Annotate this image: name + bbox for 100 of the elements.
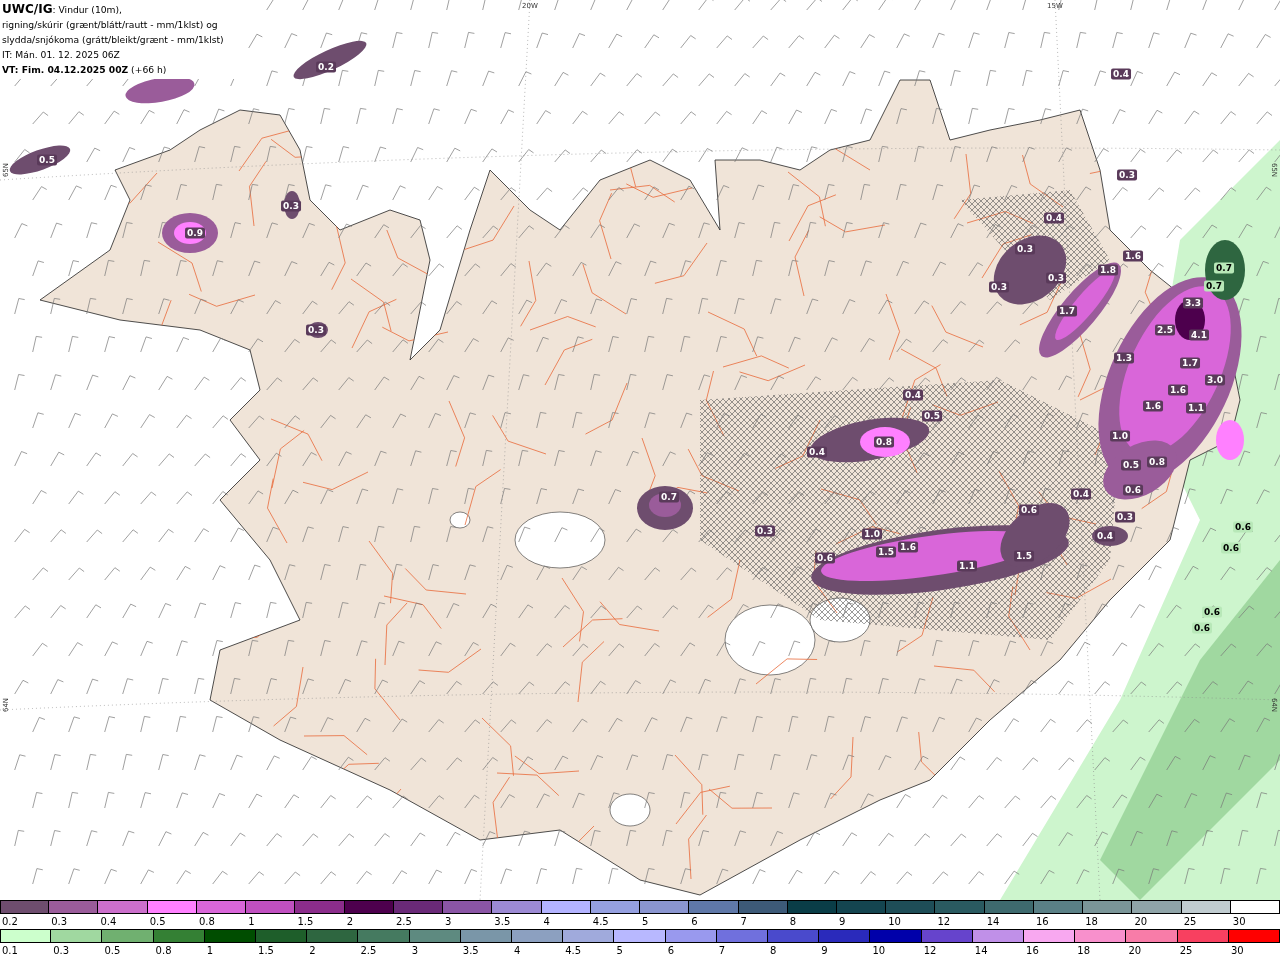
- legend-label: 4.5: [564, 944, 583, 958]
- legend-label: 20: [1127, 944, 1143, 958]
- legend-label: 4: [542, 915, 551, 929]
- info-text: slydda/snjókoma (grátt/bleikt/grænt - mm/1klst): [2, 33, 225, 47]
- precipitation-value: 1.0: [862, 528, 882, 540]
- legend-label: 7: [717, 944, 727, 958]
- legend-label: 5: [615, 944, 624, 958]
- legend-label: 30: [1231, 915, 1247, 929]
- precipitation-value: 0.3: [1117, 169, 1137, 181]
- legend-label: 16: [1025, 944, 1040, 958]
- precipitation-value: 0.2: [316, 61, 336, 73]
- legend-label: 14: [973, 944, 989, 958]
- precipitation-value: 1.6: [1143, 400, 1163, 412]
- precipitation-value: 0.7: [1214, 262, 1234, 274]
- legend-label: 3.5: [493, 915, 512, 929]
- legend-label: 3: [410, 944, 419, 958]
- legend-label: 20: [1133, 915, 1149, 929]
- legend-label: 8: [769, 944, 778, 958]
- info-text: UWC/IG: Vindur (10m),: [2, 2, 124, 17]
- legend-label: 5: [641, 915, 650, 929]
- precipitation-value: 0.3: [1115, 511, 1135, 523]
- precipitation-value: 1.8: [1098, 264, 1118, 276]
- precipitation-value: 0.7: [659, 491, 679, 503]
- precipitation-value: 0.6: [1192, 622, 1212, 634]
- legend-label: 2.5: [359, 944, 378, 958]
- legend-label: 1: [205, 944, 215, 958]
- legend-label: 0.1: [1, 944, 19, 958]
- precipitation-value: 0.6: [1019, 504, 1039, 516]
- precipitation-value: 0.5: [1121, 459, 1141, 471]
- precipitation-value: 0.4: [1095, 530, 1115, 542]
- legend-label: 0.3: [50, 915, 69, 929]
- precipitation-value: 0.8: [1147, 456, 1167, 468]
- legend-label: 8: [788, 915, 798, 929]
- legend-label: 9: [838, 915, 847, 929]
- precipitation-value: 0.3: [755, 525, 775, 537]
- legend-label: 9: [820, 944, 829, 958]
- legend-label: 14: [985, 915, 1001, 929]
- legend-label: 0.5: [148, 915, 167, 929]
- legend-label: 7: [739, 915, 748, 929]
- legend-label: 12: [936, 915, 952, 929]
- legend-label: 3: [444, 915, 453, 929]
- legend-label: 6: [690, 915, 699, 929]
- precipitation-value: 1.5: [1014, 550, 1034, 562]
- precipitation-value: 0.6: [1221, 542, 1241, 554]
- legend-label: 0.3: [52, 944, 71, 958]
- legend-label: 1: [247, 915, 256, 929]
- legend-label: 16: [1034, 915, 1050, 929]
- precipitation-value: 0.6: [1123, 484, 1143, 496]
- precipitation-value: 1.7: [1180, 357, 1200, 369]
- legend-label: 2: [345, 915, 354, 929]
- precipitation-value: 0.3: [1046, 272, 1066, 284]
- legend-label: 25: [1178, 944, 1194, 958]
- legend-label: 2: [308, 944, 317, 958]
- info-text: rigning/skúrir (grænt/blátt/rautt - mm/1klst) og: [2, 18, 219, 32]
- legend-label: 10: [871, 944, 887, 958]
- legend-label: 0.2: [1, 915, 19, 929]
- precipitation-value: 1.3: [1114, 352, 1134, 364]
- legend-label: 25: [1182, 915, 1198, 929]
- legend-label: 2.5: [394, 915, 413, 929]
- legend-label: 1.5: [257, 944, 275, 958]
- precipitation-value: 3.0: [1205, 374, 1225, 386]
- legend-label: 10: [887, 915, 902, 929]
- precipitation-value: 3.3: [1183, 297, 1203, 309]
- precipitation-value: 0.3: [306, 324, 326, 336]
- precipitation-value: 0.8: [874, 436, 894, 448]
- precipitation-value: 0.3: [281, 200, 301, 212]
- precipitation-value: 0.4: [1111, 68, 1131, 80]
- precipitation-value: 0.5: [37, 154, 57, 166]
- legend-label: 3.5: [461, 944, 480, 958]
- precipitation-value: 0.4: [1071, 488, 1091, 500]
- precipitation-value: 0.3: [989, 281, 1009, 293]
- precipitation-value: 0.4: [807, 446, 827, 458]
- precipitation-value: 2.5: [1155, 324, 1175, 336]
- legend-label: 30: [1229, 944, 1245, 958]
- precipitation-value: 1.0: [1110, 430, 1130, 442]
- precipitation-value: 0.5: [922, 410, 942, 422]
- legend-label: 18: [1076, 944, 1091, 958]
- precipitation-value: 0.4: [1044, 212, 1064, 224]
- precipitation-value: 0.6: [1233, 521, 1253, 533]
- precipitation-value: 0.9: [185, 227, 205, 239]
- legend-label: 0.5: [103, 944, 122, 958]
- precipitation-value: 0.6: [1202, 606, 1222, 618]
- precipitation-value: 1.1: [957, 560, 977, 572]
- legend-label: 0.4: [99, 915, 118, 929]
- legend-label: 0.8: [197, 915, 216, 929]
- precipitation-value: 1.7: [1057, 305, 1077, 317]
- precipitation-value: 0.7: [1204, 280, 1224, 292]
- legend-label: 1.5: [296, 915, 315, 929]
- legend-label: 12: [922, 944, 938, 958]
- precipitation-value: 0.3: [1015, 243, 1035, 255]
- info-text: VT: Fim. 04.12.2025 00Z (+66 h): [2, 63, 168, 77]
- precipitation-value: 1.5: [876, 546, 896, 558]
- precipitation-value: 1.1: [1186, 402, 1206, 414]
- legend-label: 6: [666, 944, 675, 958]
- precipitation-value: 1.6: [898, 541, 918, 553]
- legend-label: 0.8: [154, 944, 173, 958]
- precipitation-value: 1.6: [1123, 250, 1143, 262]
- precipitation-value: 4.1: [1189, 329, 1209, 341]
- legend-label: 4.5: [591, 915, 610, 929]
- legend-label: 4: [513, 944, 522, 958]
